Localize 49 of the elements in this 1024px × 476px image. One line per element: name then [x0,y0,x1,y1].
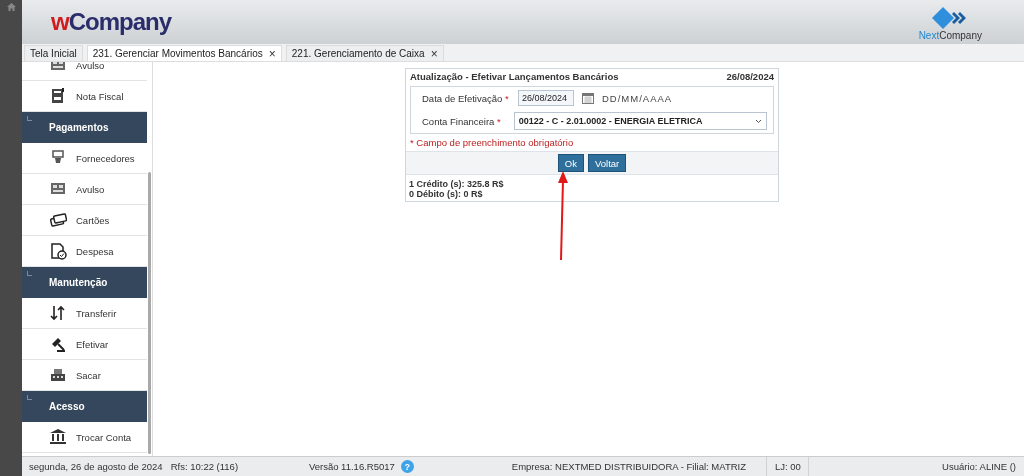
version-text: Versão 11.16.R5017 [308,461,395,472]
dialog-date: 26/08/2024 [726,71,774,82]
company-info: Empresa: NEXTMED DISTRIBUIDORA - Filial: MATRIZ [511,461,746,472]
collapse-icon[interactable] [27,116,32,121]
sidebar-item[interactable]: Fornecedores [22,143,147,174]
dialog-title: Atualização - Efetivar Lançamentos Bancários [410,71,619,82]
store-info: LJ: 00 [775,461,801,472]
summary-line: 1 Crédito (s): 325.8 R$ [409,179,505,189]
brand-name: NextCompany [918,30,982,41]
ok-button[interactable]: Ok [557,154,584,172]
bank-icon [49,428,67,446]
sidebar-section[interactable]: Manutenção [22,267,147,298]
tab[interactable]: 231. Gerenciar Movimentos Bancários × [86,45,282,61]
date-format-hint: DD/MM/AAAA [602,92,673,104]
sidebar-item[interactable]: Cartões [22,205,147,236]
sidebar-item[interactable]: Trocar Conta [22,422,147,453]
doccheck-icon [49,242,67,260]
tab[interactable]: Tela Inicial [24,45,83,61]
company-logo: wCompany [51,8,172,36]
cards-icon [49,211,67,229]
calendar-icon[interactable] [582,92,594,104]
sidebar-item[interactable]: Transferir [22,298,147,329]
close-icon[interactable]: × [430,46,438,61]
required-note: * Campo de preenchimento obrigatório [409,136,575,150]
arrows-icon [49,304,67,322]
user-info: Usuário: ALINE () [942,461,1016,472]
doc-icon [49,87,67,105]
collapse-icon[interactable] [27,395,32,400]
home-icon[interactable] [6,3,16,11]
field-label: Conta Financeira * [422,115,502,127]
sidebar-section[interactable]: Pagamentos [22,112,147,143]
back-button[interactable]: Voltar [587,154,627,172]
scrollbar[interactable] [148,172,151,454]
tab[interactable]: 221. Gerenciamento de Caixa × [285,45,444,61]
close-icon[interactable]: × [268,46,276,61]
register-icon [49,366,67,384]
chevron-down-icon [755,118,762,124]
sidebar-item[interactable]: Avulso [22,62,147,81]
date-field[interactable]: 26/08/2024 [518,90,574,106]
sidebar-item[interactable]: Avulso [22,174,147,205]
sidebar-item[interactable]: Efetivar [22,329,147,360]
account-dropdown[interactable]: 00122 - C - 2.01.0002 - ENERGIA ELETRICA [513,112,767,130]
summary-line: 0 Débito (s): 0 R$ [409,189,484,199]
status-date: segunda, 26 de agosto de 2024 [29,461,163,472]
collapse-icon[interactable] [27,271,32,276]
refresh-info: Rfs: 10:22 (116) [170,461,239,472]
sidebar-section[interactable]: Acesso [22,391,147,422]
field-label: Data de Efetivação * [422,92,510,104]
diamond-logo-icon [932,7,969,29]
